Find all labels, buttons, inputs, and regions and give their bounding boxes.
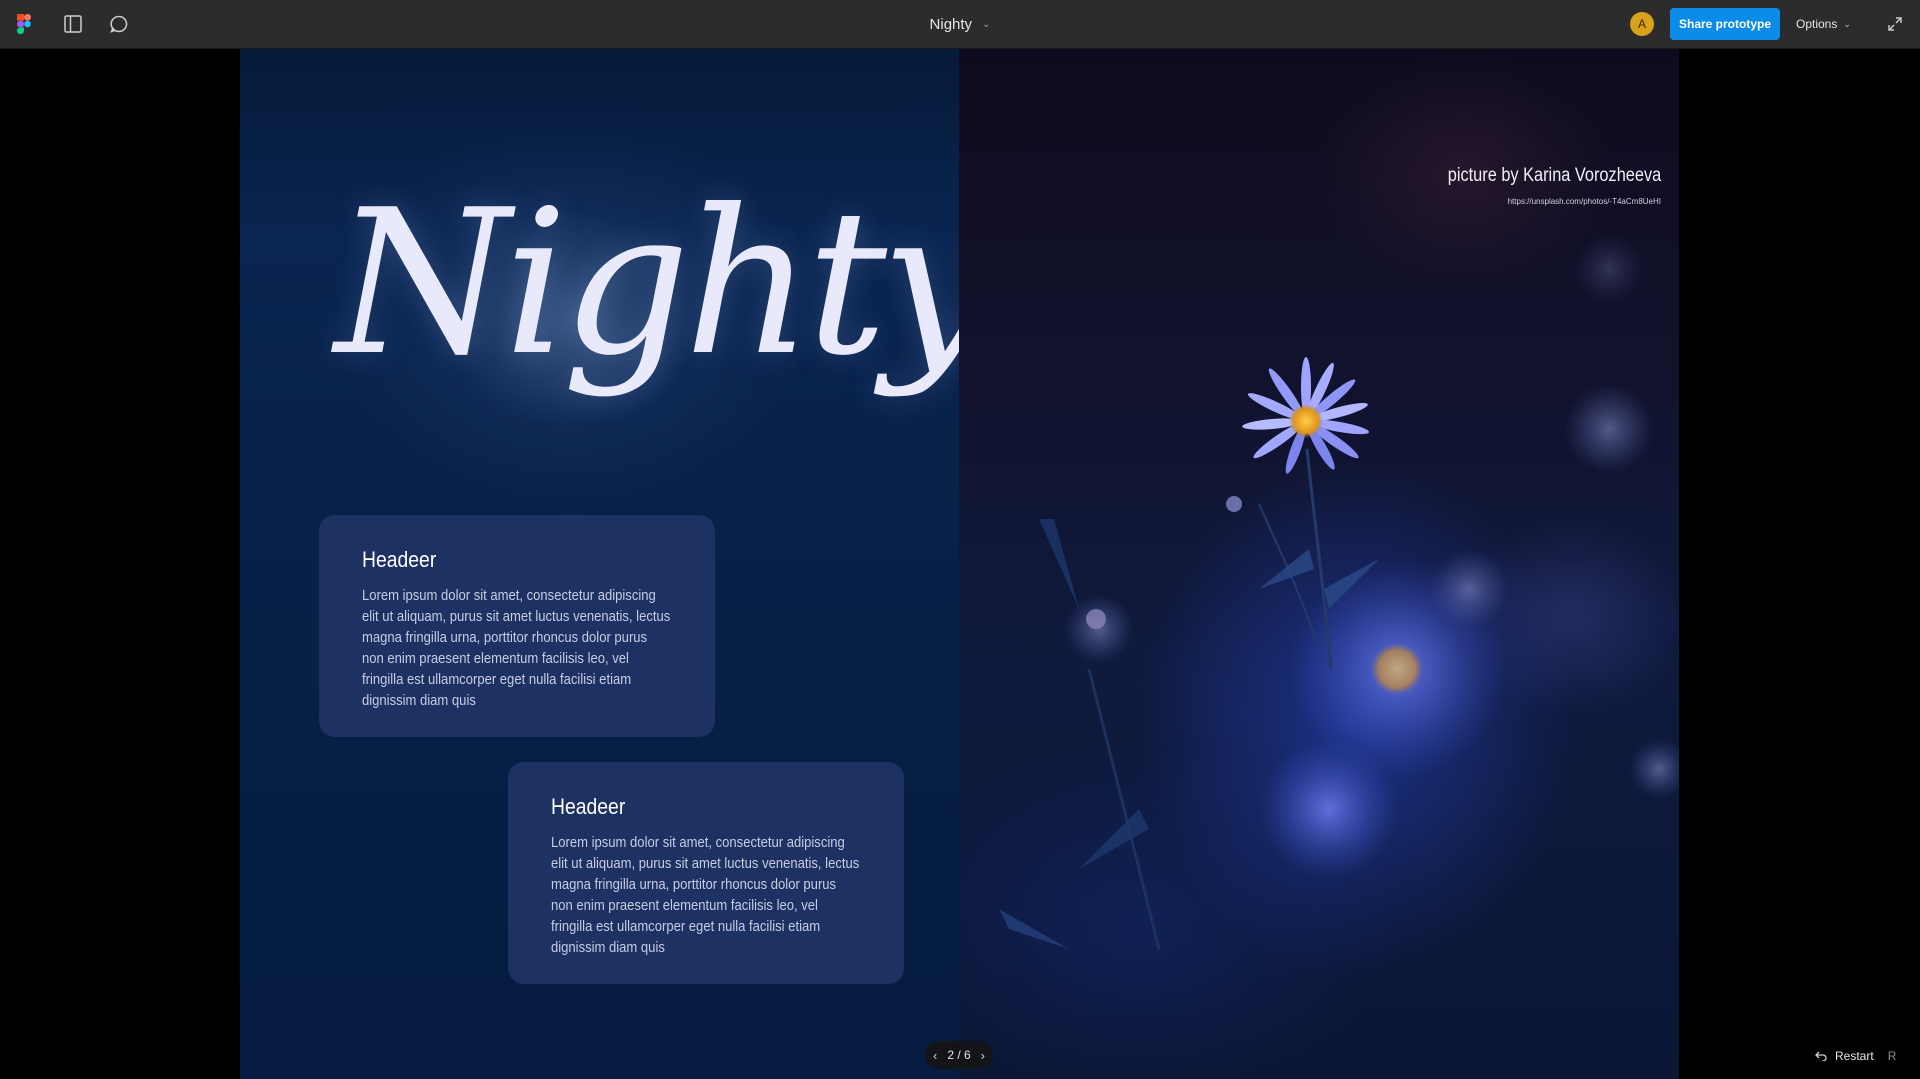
hero-title: Nighty <box>335 167 994 400</box>
restart-label: Restart <box>1835 1049 1874 1063</box>
prototype-frame: Nighty Headeer Lorem ipsum dolor sit ame… <box>240 49 1679 1079</box>
toolbar: Nighty ⌄ A Share prototype Options ⌄ <box>0 0 1920 49</box>
file-name: Nighty <box>929 15 973 33</box>
flower-photo: picture by Karina Vorozheeva https://uns… <box>959 49 1679 1079</box>
comment-icon[interactable] <box>104 0 134 48</box>
restart-button[interactable]: Restart R <box>1815 1047 1896 1065</box>
next-slide-icon[interactable]: › <box>981 1048 985 1063</box>
restart-icon <box>1815 1051 1827 1061</box>
photo-url-link[interactable]: https://unsplash.com/photos/-T4aCm8UeHI <box>1508 197 1661 206</box>
user-avatar[interactable]: A <box>1630 12 1654 36</box>
slide-counter: 2 / 6 <box>947 1048 971 1062</box>
chevron-down-icon: ⌄ <box>982 18 991 30</box>
card-text: Lorem ipsum dolor sit amet, consectetur … <box>362 587 671 709</box>
options-dropdown[interactable]: Options ⌄ <box>1796 0 1862 48</box>
restart-shortcut: R <box>1887 1049 1897 1063</box>
chevron-down-icon: ⌄ <box>1843 18 1851 29</box>
info-card: Headeer Lorem ipsum dolor sit amet, cons… <box>508 762 904 984</box>
card-title: Headeer <box>362 547 437 572</box>
figma-logo-icon[interactable] <box>12 0 36 48</box>
file-title-dropdown[interactable]: Nighty ⌄ <box>900 0 1020 48</box>
slide-left-panel: Nighty Headeer Lorem ipsum dolor sit ame… <box>240 49 994 1079</box>
fullscreen-icon[interactable] <box>1880 0 1910 48</box>
slide-pager: ‹ 2 / 6 › <box>925 1041 993 1069</box>
previous-slide-icon[interactable]: ‹ <box>933 1048 937 1063</box>
card-title: Headeer <box>551 794 626 819</box>
options-label: Options <box>1796 17 1838 31</box>
card-text: Lorem ipsum dolor sit amet, consectetur … <box>551 834 860 956</box>
info-card: Headeer Lorem ipsum dolor sit amet, cons… <box>319 515 715 737</box>
photo-credit: picture by Karina Vorozheeva <box>1447 165 1661 186</box>
share-prototype-button[interactable]: Share prototype <box>1670 8 1780 40</box>
sidebar-toggle-icon[interactable] <box>58 0 88 48</box>
